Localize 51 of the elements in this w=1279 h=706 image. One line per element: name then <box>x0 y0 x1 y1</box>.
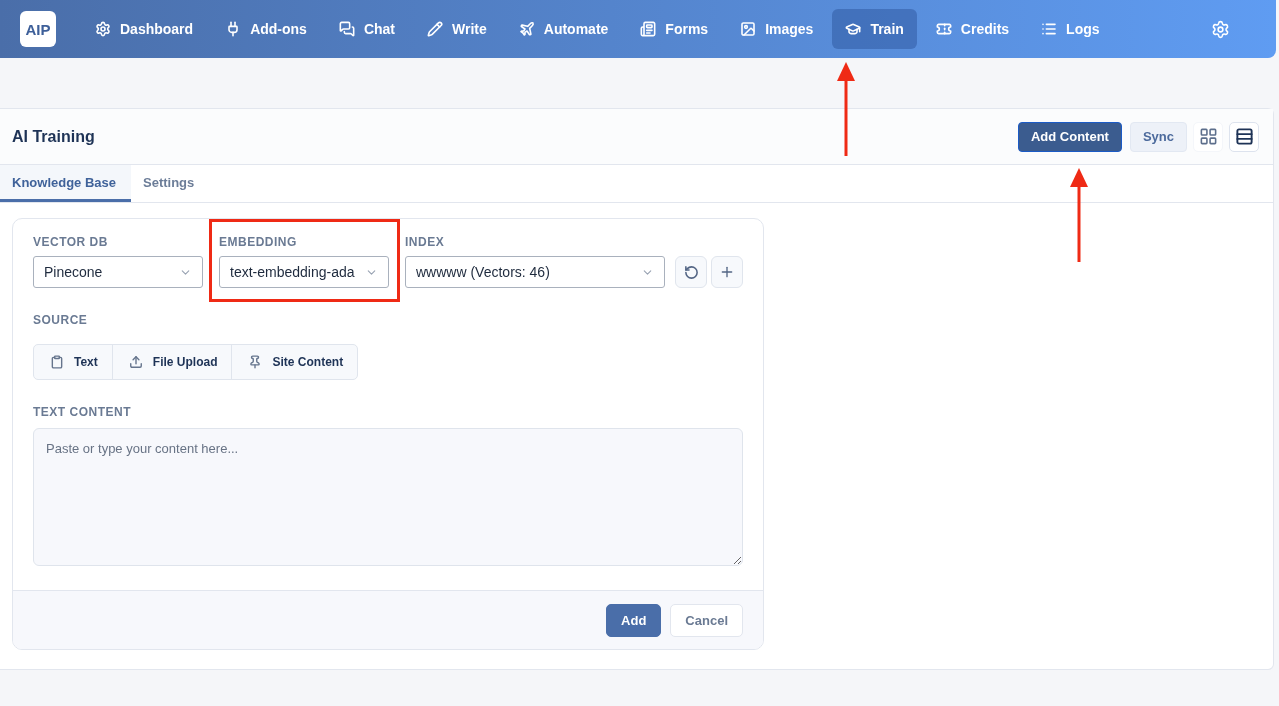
add-button[interactable] <box>711 256 743 288</box>
cancel-button[interactable]: Cancel <box>670 603 743 637</box>
logo[interactable]: AIP <box>20 11 56 47</box>
gear-icon <box>95 21 111 37</box>
nav-item[interactable]: Write <box>414 9 500 49</box>
select-field[interactable]: wwwww (Vectors: 46) <box>405 256 665 288</box>
tickets-icon <box>935 21 952 37</box>
grid-icon <box>1198 127 1218 146</box>
field-label: VECTOR DB <box>33 235 109 249</box>
pin-icon <box>248 355 263 369</box>
text-content-field[interactable]: Paste or type your content here... <box>33 428 743 566</box>
source-option[interactable]: File Upload <box>112 345 233 379</box>
select-field[interactable]: text-embedding-ada <box>219 256 389 288</box>
page-title: AI Training <box>12 127 95 146</box>
upload-icon <box>128 355 143 369</box>
select-field[interactable]: Pinecone <box>33 256 203 288</box>
list-icon <box>1041 21 1058 37</box>
refresh-icon <box>683 264 699 280</box>
nav-item[interactable]: Add-ons <box>212 9 320 49</box>
add-content-button[interactable]: Add Content <box>1017 121 1122 152</box>
settings-icon[interactable] <box>1211 19 1230 39</box>
nav-item[interactable]: Train <box>832 9 917 49</box>
source-option[interactable]: Site Content <box>232 345 358 379</box>
nav-item[interactable]: Dashboard <box>82 9 207 49</box>
refresh-button[interactable] <box>675 256 707 288</box>
tab[interactable]: Knowledge Base <box>0 165 131 202</box>
nav-item[interactable]: Images <box>727 9 827 49</box>
nav-item[interactable]: Logs <box>1028 9 1113 49</box>
add-button[interactable]: Add <box>606 603 662 637</box>
pencil-icon <box>427 21 443 37</box>
field-label: EMBEDDING <box>219 235 298 249</box>
nav-item[interactable]: Forms <box>627 9 722 49</box>
nav-item[interactable]: Credits <box>922 9 1023 49</box>
chat-bubbles-icon <box>338 21 355 37</box>
clipboard-icon <box>50 355 64 369</box>
list-view-button[interactable] <box>1229 121 1259 152</box>
plus-icon <box>719 264 735 280</box>
graduation-cap-icon <box>845 21 862 37</box>
form-icon <box>640 21 657 37</box>
grid-view-button[interactable] <box>1193 121 1223 152</box>
field-label: SOURCE <box>33 313 88 327</box>
sync-button[interactable]: Sync <box>1129 121 1187 152</box>
plane-icon <box>518 21 535 37</box>
nav-item[interactable]: Chat <box>325 9 408 49</box>
list-icon <box>1234 127 1254 146</box>
nav-item[interactable]: Automate <box>505 9 622 49</box>
source-option[interactable]: Text <box>34 345 113 379</box>
field-label: TEXT CONTENT <box>33 405 131 419</box>
tab[interactable]: Settings <box>131 165 207 202</box>
image-icon <box>740 21 757 37</box>
field-label: INDEX <box>405 235 446 249</box>
